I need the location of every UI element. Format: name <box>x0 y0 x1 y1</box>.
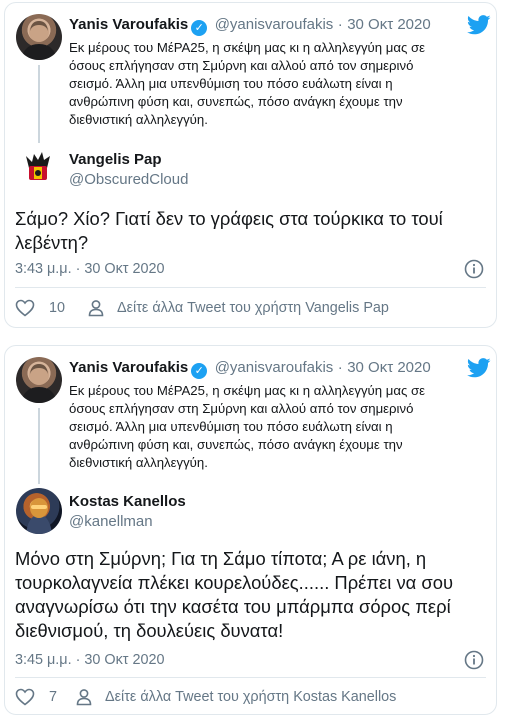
verified-badge-icon: ✓ <box>191 363 208 379</box>
author-handle[interactable]: @yanisvaroufakis <box>215 16 334 33</box>
thread-line <box>38 65 40 143</box>
text-line: σεισμό. Άλλη μια υπενθύμιση του πόσο ευά… <box>69 419 393 434</box>
divider <box>15 677 486 678</box>
thread-line <box>38 408 40 484</box>
tweet-date[interactable]: 30 Οκτ 2020 <box>347 359 430 376</box>
avatar[interactable] <box>16 488 62 534</box>
tweet-timestamp[interactable]: 3:43 μ.μ. · 30 Οκτ 2020 <box>15 261 164 277</box>
separator: · <box>337 359 343 376</box>
text-line: διεθνισμού, τη δουλεύεις δυνατα! <box>15 620 284 641</box>
like-button[interactable]: 10 <box>15 299 65 317</box>
tweet-date[interactable]: 30 Οκτ 2020 <box>347 16 430 33</box>
text-line: αναγνωρίσω ότι την κασέτα του μπάρμπα σό… <box>15 596 451 617</box>
text-line: ανθρώπινη φύση και, συνεπώς, πόσο ανάγκη… <box>69 94 403 109</box>
text-line: Εκ μέρους του ΜέΡΑ25, η σκέψη μας κι η α… <box>69 383 426 398</box>
author-handle[interactable]: @yanisvaroufakis <box>215 359 334 376</box>
reply-author-handle[interactable]: @ObscuredCloud <box>69 171 188 188</box>
author-name[interactable]: Yanis Varoufakis <box>69 16 188 33</box>
avatar[interactable] <box>16 357 62 403</box>
info-icon[interactable] <box>464 650 484 675</box>
author-name[interactable]: Yanis Varoufakis <box>69 359 188 376</box>
divider <box>15 287 486 288</box>
reply-author-name[interactable]: Kostas Kanellos <box>69 493 186 510</box>
tweet-timestamp[interactable]: 3:45 μ.μ. · 30 Οκτ 2020 <box>15 652 164 668</box>
text-line: σεισμό. Άλλη μια υπενθύμιση του πόσο ευά… <box>69 76 393 91</box>
text-line: όσους επλήγησαν στη Σμύρνη και αλλού από… <box>69 401 414 416</box>
like-count: 7 <box>49 689 58 705</box>
tweet-card: Yanis Varoufakis ✓ @yanisvaroufakis · 30 … <box>4 345 497 715</box>
text-line: λεβέντη? <box>15 232 89 253</box>
quoted-tweet-text: Εκ μέρους του ΜέΡΑ25, η σκέψη μας κι η α… <box>69 39 497 129</box>
quoted-tweet-text: Εκ μέρους του ΜέΡΑ25, η σκέψη μας κι η α… <box>69 382 497 472</box>
reply-tweet-text: Μόνο στη Σμύρνη; Για τη Σάμο τίποτα; Α ρ… <box>15 547 485 643</box>
text-line: Σάμο? Χίο? Γιατί δεν το γράφεις στα τούρ… <box>15 208 443 229</box>
like-button[interactable]: 7 <box>15 688 57 706</box>
quoted-tweet-header: Yanis Varoufakis ✓ @yanisvaroufakis · 30 … <box>69 359 431 379</box>
heart-icon <box>15 688 35 706</box>
reply-author-handle[interactable]: @kanellman <box>69 513 153 530</box>
view-profile-link[interactable]: Δείτε άλλα Tweet του χρήστη Vangelis Pap <box>87 299 389 317</box>
view-profile-text: Δείτε άλλα Tweet του χρήστη Vangelis Pap <box>117 300 389 316</box>
quoted-tweet-header: Yanis Varoufakis ✓ @yanisvaroufakis · 30 … <box>69 16 431 36</box>
text-line: διεθνιστική αλληλεγγύη. <box>69 112 208 127</box>
text-line: τουρκολαγνεία πλέκει κουρελούδες...... Π… <box>15 572 454 593</box>
text-line: ανθρώπινη φύση και, συνεπώς, πόσο ανάγκη… <box>69 437 403 452</box>
text-line: όσους επλήγησαν στη Σμύρνη και αλλού από… <box>69 58 414 73</box>
view-profile-link[interactable]: Δείτε άλλα Tweet του χρήστη Kostas Kanel… <box>75 688 396 706</box>
text-line: Εκ μέρους του ΜέΡΑ25, η σκέψη μας κι η α… <box>69 40 426 55</box>
tweet-card: Yanis Varoufakis ✓ @yanisvaroufakis · 30 … <box>4 2 497 328</box>
like-count: 10 <box>49 300 66 316</box>
reply-author-name[interactable]: Vangelis Pap <box>69 151 162 168</box>
twitter-bird-icon[interactable] <box>466 15 491 40</box>
separator: · <box>337 16 343 33</box>
avatar[interactable] <box>20 148 56 184</box>
text-line: διεθνιστική αλληλεγγύη. <box>69 455 208 470</box>
person-icon <box>88 300 104 317</box>
verified-badge-icon: ✓ <box>191 20 208 36</box>
info-icon[interactable] <box>464 259 484 284</box>
heart-icon <box>15 299 35 317</box>
person-icon <box>76 689 92 706</box>
view-profile-text: Δείτε άλλα Tweet του χρήστη Kostas Kanel… <box>105 689 397 705</box>
reply-tweet-text: Σάμο? Χίο? Γιατί δεν το γράφεις στα τούρ… <box>15 207 485 255</box>
avatar[interactable] <box>16 14 62 60</box>
twitter-bird-icon[interactable] <box>466 358 491 383</box>
text-line: Μόνο στη Σμύρνη; Για τη Σάμο τίποτα; Α ρ… <box>15 548 427 569</box>
